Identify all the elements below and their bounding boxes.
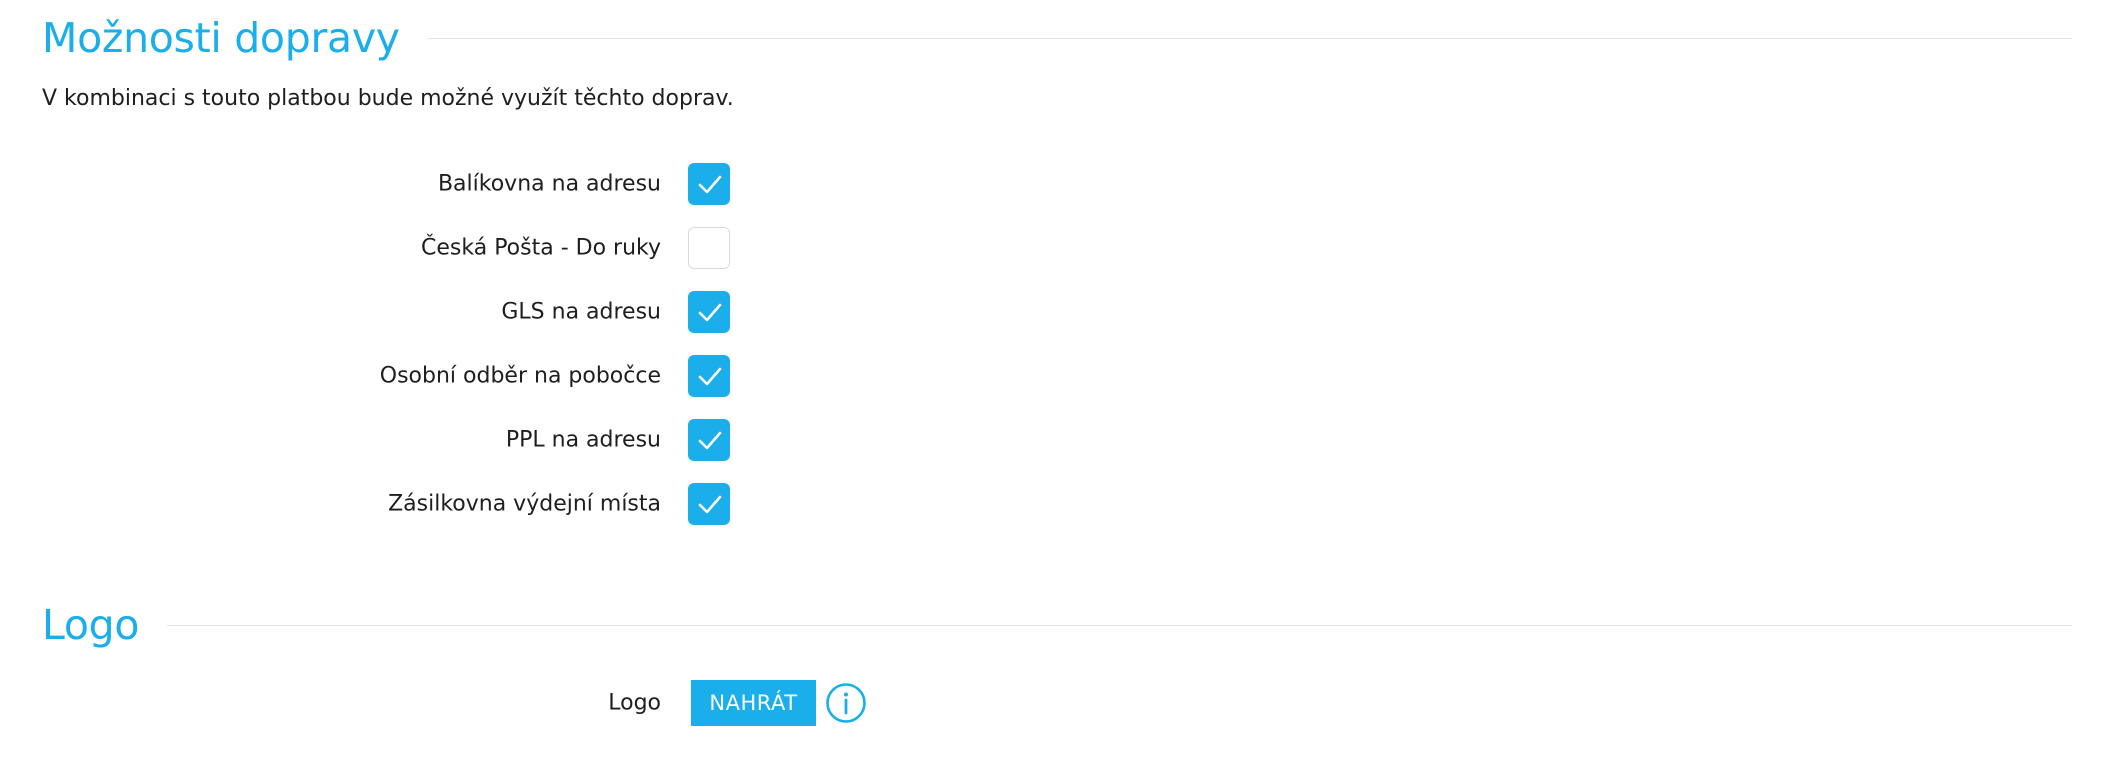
shipping-option-checkbox[interactable]: [688, 227, 730, 269]
logo-section-title: Logo: [42, 601, 140, 649]
info-icon[interactable]: [825, 682, 867, 724]
logo-field-label: Logo: [608, 690, 661, 716]
shipping-option-row: PPL na adresu: [0, 418, 760, 462]
checkmark-icon: [698, 175, 722, 194]
shipping-option-label: GLS na adresu: [501, 299, 661, 325]
shipping-option-row: GLS na adresu: [0, 290, 760, 334]
shipping-option-row: Zásilkovna výdejní místa: [0, 482, 760, 526]
shipping-option-row: Osobní odběr na pobočce: [0, 354, 760, 398]
shipping-option-checkbox[interactable]: [688, 163, 730, 205]
logo-section-header: Logo: [42, 601, 2072, 649]
shipping-option-label: Osobní odběr na pobočce: [379, 363, 661, 389]
shipping-option-row: Česká Pošta - Do ruky: [0, 226, 760, 270]
shipping-options-description: V kombinaci s touto platbou bude možné v…: [42, 86, 734, 111]
shipping-options-header: Možnosti dopravy: [42, 14, 2072, 62]
upload-logo-button[interactable]: NAHRÁT: [691, 680, 816, 726]
section-divider: [167, 624, 2072, 626]
shipping-option-label: Zásilkovna výdejní místa: [388, 491, 661, 517]
shipping-option-label: Balíkovna na adresu: [437, 171, 661, 197]
shipping-option-label: Česká Pošta - Do ruky: [421, 235, 661, 261]
checkmark-icon: [698, 367, 722, 386]
checkmark-icon: [698, 303, 722, 322]
shipping-option-checkbox[interactable]: [688, 419, 730, 461]
checkmark-icon: [698, 495, 722, 514]
logo-field-row: Logo NAHRÁT: [0, 678, 900, 728]
payment-settings-page: Možnosti dopravy V kombinaci s touto pla…: [0, 0, 2107, 762]
section-divider: [427, 37, 2072, 39]
shipping-option-row: Balíkovna na adresu: [0, 162, 760, 206]
shipping-option-label: PPL na adresu: [505, 427, 661, 453]
shipping-option-checkbox[interactable]: [688, 291, 730, 333]
shipping-option-checkbox[interactable]: [688, 355, 730, 397]
shipping-options-title: Možnosti dopravy: [42, 14, 400, 62]
shipping-option-checkbox[interactable]: [688, 483, 730, 525]
checkmark-icon: [698, 431, 722, 450]
